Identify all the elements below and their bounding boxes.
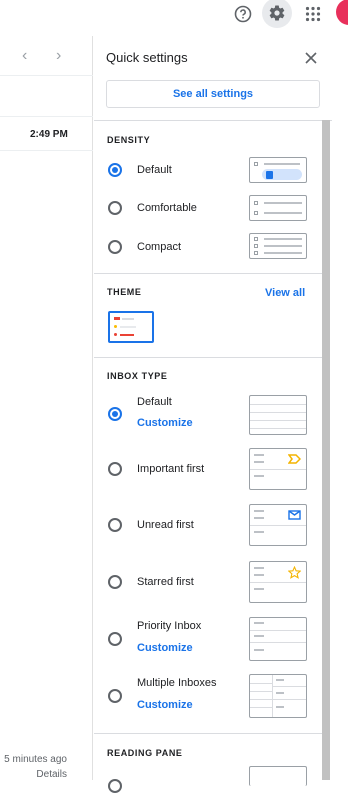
density-default-radio[interactable]: [108, 163, 122, 177]
divider: [94, 733, 322, 734]
inbox-important-first-label: Important first: [137, 463, 205, 475]
chevron-left-icon[interactable]: ‹: [22, 47, 27, 65]
account-avatar[interactable]: [336, 0, 348, 25]
apps-grid-icon[interactable]: [299, 0, 327, 28]
inbox-priority-customize-link[interactable]: Customize: [137, 642, 193, 654]
quick-settings-header: Quick settings See all settings: [94, 36, 334, 120]
theme-default-thumbnail[interactable]: [108, 311, 154, 343]
density-default-label: Default: [137, 164, 172, 176]
inbox-multiple-radio[interactable]: [108, 689, 122, 703]
reading-pane-thumbnail[interactable]: [249, 766, 307, 786]
reading-pane-radio[interactable]: [108, 779, 122, 793]
inbox-default-thumbnail[interactable]: [249, 395, 307, 435]
inbox-starred-first-thumbnail[interactable]: [249, 561, 307, 603]
inbox-starred-first-radio[interactable]: [108, 575, 122, 589]
divider: [94, 273, 322, 274]
settings-gear-icon[interactable]: [262, 0, 292, 28]
inbox-unread-first-label: Unread first: [137, 519, 194, 531]
inbox-unread-first-radio[interactable]: [108, 518, 122, 532]
chevron-right-icon[interactable]: ›: [56, 47, 61, 65]
inbox-important-first-radio[interactable]: [108, 462, 122, 476]
density-comfortable-label: Comfortable: [137, 202, 197, 214]
density-comfortable-radio[interactable]: [108, 201, 122, 215]
density-compact-radio[interactable]: [108, 240, 122, 254]
inbox-type-heading: INBOX TYPE: [107, 371, 168, 381]
theme-view-all-link[interactable]: View all: [265, 287, 305, 299]
close-icon[interactable]: [304, 51, 318, 65]
inbox-important-first-thumbnail[interactable]: [249, 448, 307, 490]
panel-title: Quick settings: [106, 50, 188, 65]
divider: [94, 357, 322, 358]
top-bar: [0, 0, 348, 30]
inbox-multiple-label: Multiple Inboxes: [137, 677, 217, 689]
quick-settings-scroll-area: DENSITY Default Comfortable Compact THEM…: [94, 120, 332, 793]
divider: [0, 116, 93, 117]
inbox-default-radio[interactable]: [108, 407, 122, 421]
inbox-multiple-customize-link[interactable]: Customize: [137, 699, 193, 711]
pagination-bar: ‹ ›: [0, 36, 93, 76]
mail-list-pane: ‹ › 2:49 PM 5 minutes ago Details: [0, 36, 93, 780]
inbox-priority-radio[interactable]: [108, 632, 122, 646]
inbox-unread-first-thumbnail[interactable]: [249, 504, 307, 546]
inbox-default-customize-link[interactable]: Customize: [137, 417, 193, 429]
density-compact-thumbnail[interactable]: [249, 233, 307, 259]
inbox-multiple-thumbnail[interactable]: [249, 674, 307, 718]
theme-heading: THEME: [107, 287, 142, 297]
scrollbar-thumb[interactable]: [322, 120, 330, 780]
inbox-starred-first-label: Starred first: [137, 576, 194, 588]
inbox-default-label: Default: [137, 396, 172, 408]
panel-scrollbar[interactable]: [322, 120, 330, 780]
reading-pane-heading: READING PANE: [107, 748, 183, 758]
message-time: 2:49 PM: [30, 129, 68, 140]
inbox-priority-label: Priority Inbox: [137, 620, 202, 632]
quick-settings-panel: Quick settings See all settings DENSITY …: [94, 36, 334, 793]
see-all-settings-button[interactable]: See all settings: [106, 80, 320, 108]
density-compact-label: Compact: [137, 241, 182, 253]
last-activity-text: 5 minutes ago: [4, 754, 67, 765]
density-default-thumbnail[interactable]: [249, 157, 307, 183]
help-icon[interactable]: [229, 0, 257, 28]
density-comfortable-thumbnail[interactable]: [249, 195, 307, 221]
density-heading: DENSITY: [107, 135, 151, 145]
details-link[interactable]: Details: [36, 769, 67, 780]
divider: [0, 150, 93, 151]
inbox-priority-thumbnail[interactable]: [249, 617, 307, 661]
